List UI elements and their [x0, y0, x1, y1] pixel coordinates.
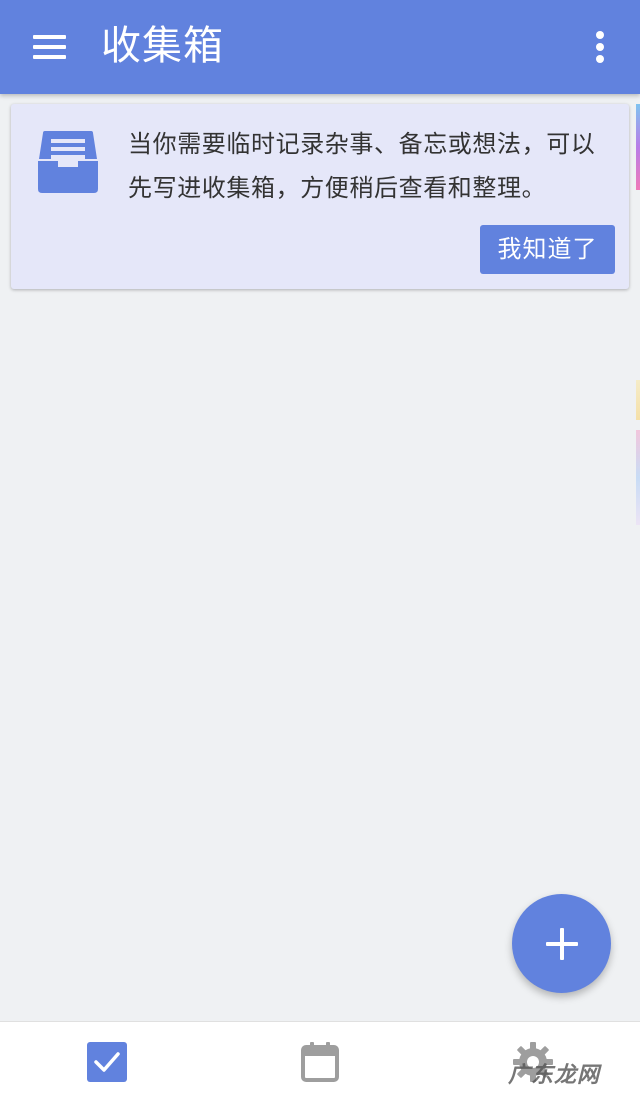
- watermark: 广东龙网: [508, 1063, 601, 1088]
- calendar-icon: [301, 1042, 339, 1082]
- edge-stripe-top: [636, 104, 640, 190]
- nav-tasks-tab[interactable]: [85, 1040, 129, 1084]
- add-item-button[interactable]: [512, 894, 611, 993]
- menu-button[interactable]: [22, 25, 78, 69]
- tip-message: 当你需要临时记录杂事、备忘或想法，可以先写进收集箱，方便稍后查看和整理。: [128, 130, 596, 202]
- page-title: 收集箱: [101, 23, 224, 69]
- edge-stripe-lower: [636, 430, 640, 525]
- inbox-tray-icon: [38, 131, 98, 193]
- edge-stripe-middle: [636, 380, 640, 420]
- inbox-tip-card: 当你需要临时记录杂事、备忘或想法，可以先写进收集箱，方便稍后查看和整理。 我知道…: [11, 104, 629, 289]
- app-bar: 收集箱: [0, 0, 640, 94]
- checkbox-checked-icon: [87, 1042, 127, 1082]
- got-it-button[interactable]: 我知道了: [480, 225, 615, 274]
- overflow-menu-button[interactable]: [582, 25, 618, 69]
- nav-calendar-tab[interactable]: [298, 1040, 342, 1084]
